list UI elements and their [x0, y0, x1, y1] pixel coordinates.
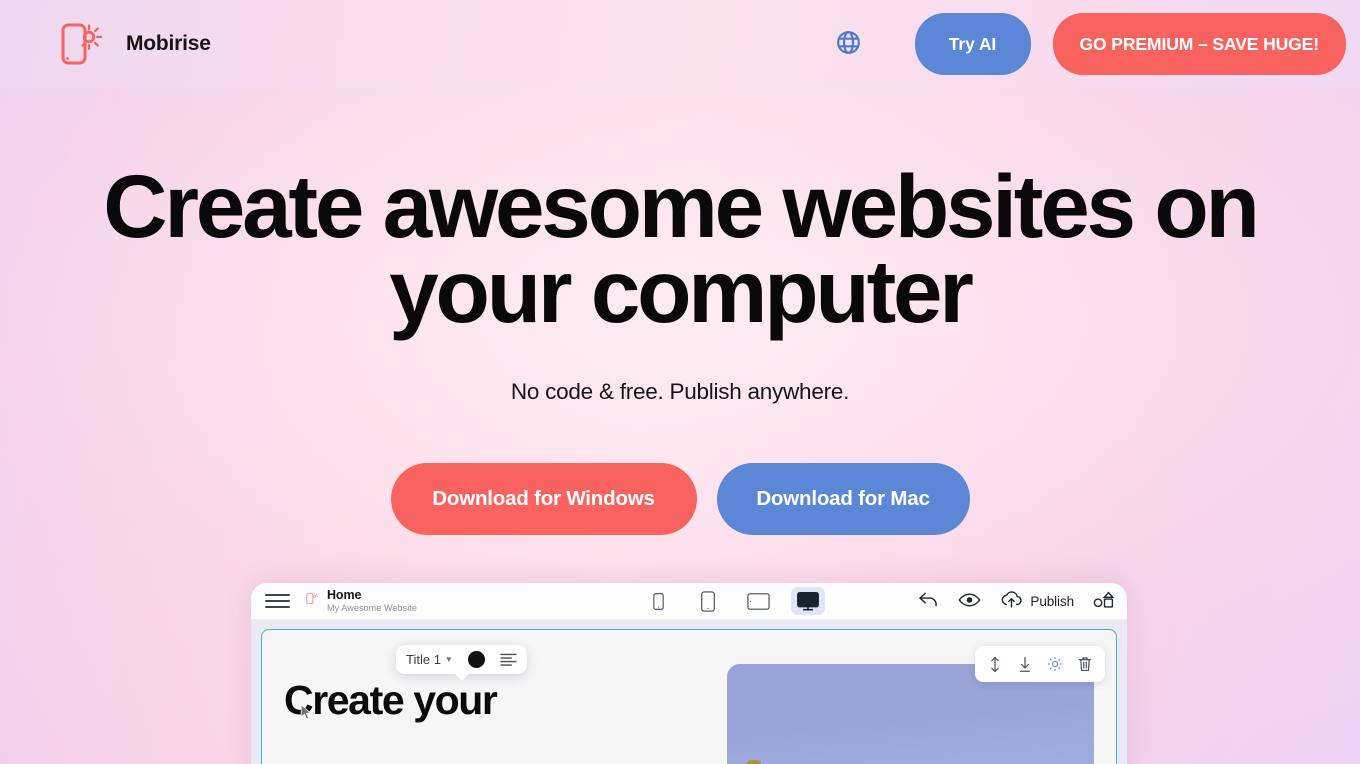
- move-vertical-icon[interactable]: [982, 651, 1008, 677]
- hamburger-menu-icon[interactable]: [265, 593, 290, 609]
- go-premium-button[interactable]: GO PREMIUM – SAVE HUGE!: [1052, 13, 1346, 75]
- app-toolbar: Home My Awesome Website Publish: [251, 583, 1127, 620]
- block-toolbar: [975, 646, 1105, 682]
- eye-preview-icon: [958, 592, 981, 611]
- download-mac-button[interactable]: Download for Mac: [716, 462, 970, 535]
- cloud-upload-icon: [1000, 590, 1023, 612]
- text-color-swatch[interactable]: [467, 651, 485, 668]
- language-globe-button[interactable]: [823, 18, 875, 70]
- chevron-down-icon: ▼: [444, 655, 453, 664]
- page-info[interactable]: Home My Awesome Website: [305, 587, 418, 613]
- site-name: My Awesome Website: [327, 602, 418, 613]
- try-ai-button[interactable]: Try AI: [914, 13, 1031, 75]
- mouse-cursor-icon: [300, 704, 313, 726]
- device-switcher: [641, 587, 826, 615]
- brand-name: Mobirise: [126, 32, 211, 55]
- canvas-text-column: Title 1 ▼ Create your: [284, 630, 705, 764]
- undo-icon: [918, 591, 939, 611]
- mobirise-logo-icon: [305, 591, 320, 611]
- mobirise-logo-icon: [58, 18, 110, 70]
- top-navbar: Mobirise Try AI GO PREMIUM – SAVE HUGE!: [0, 0, 1360, 88]
- publish-label: Publish: [1030, 593, 1074, 609]
- globe-icon: [835, 29, 862, 59]
- hero-headline: Create awesome websites on your computer: [103, 156, 1260, 342]
- landing-page: Mobirise Try AI GO PREMIUM – SAVE HUGE! …: [0, 0, 1360, 764]
- app-canvas: Title 1 ▼ Create your: [251, 620, 1127, 764]
- desktop-icon[interactable]: [791, 587, 826, 615]
- publish-button[interactable]: Publish: [1000, 590, 1074, 612]
- navbar-actions: Try AI GO PREMIUM – SAVE HUGE!: [823, 13, 1346, 75]
- text-align-left-icon[interactable]: [500, 653, 517, 666]
- download-windows-button[interactable]: Download for Windows: [390, 462, 697, 535]
- text-format-popup: Title 1 ▼: [396, 645, 527, 681]
- canvas-heading[interactable]: Create your: [284, 679, 705, 722]
- app-preview-window: Home My Awesome Website Publish Title 1 …: [251, 583, 1127, 764]
- hero-subheadline: No code & free. Publish anywhere.: [510, 378, 850, 404]
- tablet-icon[interactable]: [741, 587, 775, 615]
- shapes-button[interactable]: [1093, 591, 1117, 612]
- mobile-portrait-small-icon[interactable]: [641, 587, 675, 615]
- text-style-dropdown[interactable]: Title 1 ▼: [406, 652, 453, 667]
- shapes-icon: [1093, 591, 1117, 612]
- hero-section: Create awesome websites on your computer…: [0, 88, 1360, 535]
- hero-cta-group: Download for Windows Download for Mac: [0, 462, 1360, 535]
- mobile-portrait-icon[interactable]: [691, 587, 725, 615]
- insert-below-icon[interactable]: [1012, 651, 1038, 677]
- brand-logo-link[interactable]: Mobirise: [58, 18, 211, 70]
- trash-delete-icon[interactable]: [1072, 651, 1098, 677]
- app-action-tools: Publish: [918, 590, 1127, 612]
- selected-block[interactable]: Title 1 ▼ Create your: [261, 629, 1117, 764]
- gear-settings-icon[interactable]: [1042, 651, 1068, 677]
- preview-button[interactable]: [958, 592, 981, 611]
- undo-button[interactable]: [918, 591, 939, 611]
- text-style-label: Title 1: [406, 652, 441, 667]
- canvas-image-figure: [747, 760, 762, 764]
- page-title: Home: [327, 587, 362, 602]
